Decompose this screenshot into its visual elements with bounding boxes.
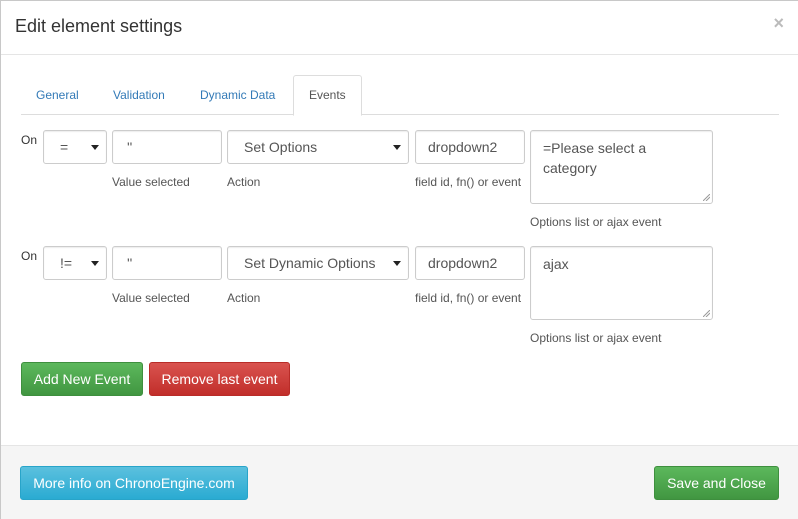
options-help: Options list or ajax event: [530, 331, 662, 345]
options-value: =Please select a category: [543, 140, 647, 176]
action-value: Set Options: [244, 139, 318, 155]
event-on-label: On: [21, 133, 38, 147]
resize-handle-icon[interactable]: [703, 194, 710, 201]
operator-value: =: [60, 139, 69, 155]
options-textarea[interactable]: ajax: [530, 246, 713, 320]
operator-value: !=: [60, 255, 73, 271]
dialog-title: Edit element settings: [15, 16, 183, 36]
save-and-close-button[interactable]: Save and Close: [654, 466, 779, 500]
value-input[interactable]: '': [112, 130, 222, 164]
options-textarea[interactable]: =Please select a category: [530, 130, 713, 204]
dialog-header: Edit element settings ×: [1, 1, 798, 55]
tab-events[interactable]: Events: [293, 75, 362, 116]
options-value: ajax: [543, 256, 569, 272]
tab-validation[interactable]: Validation: [98, 75, 180, 113]
close-icon[interactable]: ×: [773, 13, 784, 34]
more-info-button[interactable]: More info on ChronoEngine.com: [20, 466, 248, 500]
value-input[interactable]: '': [112, 246, 222, 280]
target-input[interactable]: dropdown2: [415, 246, 525, 280]
value-help: Value selected: [112, 175, 190, 189]
settings-tabs: General Validation Dynamic Data Events: [21, 75, 779, 116]
resize-handle-icon[interactable]: [703, 310, 710, 317]
action-select[interactable]: Set Options: [227, 130, 409, 164]
target-help: field id, fn() or event: [415, 175, 522, 189]
operator-select[interactable]: !=: [43, 246, 107, 280]
action-help: Action: [227, 291, 261, 305]
tab-general[interactable]: General: [21, 75, 94, 113]
operator-select[interactable]: =: [43, 130, 107, 164]
action-help: Action: [227, 175, 261, 189]
event-on-label: On: [21, 249, 38, 263]
action-select[interactable]: Set Dynamic Options: [227, 246, 409, 280]
target-input[interactable]: dropdown2: [415, 130, 525, 164]
action-value: Set Dynamic Options: [244, 255, 376, 271]
tab-dynamic-data[interactable]: Dynamic Data: [185, 75, 290, 113]
dialog-footer: More info on ChronoEngine.com Save and C…: [1, 445, 798, 519]
options-help: Options list or ajax event: [530, 215, 662, 229]
edit-element-dialog: Edit element settings × General Validati…: [0, 0, 798, 519]
target-help: field id, fn() or event: [415, 291, 522, 305]
remove-last-event-button[interactable]: Remove last event: [149, 362, 290, 396]
add-new-event-button[interactable]: Add New Event: [21, 362, 143, 396]
value-help: Value selected: [112, 291, 190, 305]
